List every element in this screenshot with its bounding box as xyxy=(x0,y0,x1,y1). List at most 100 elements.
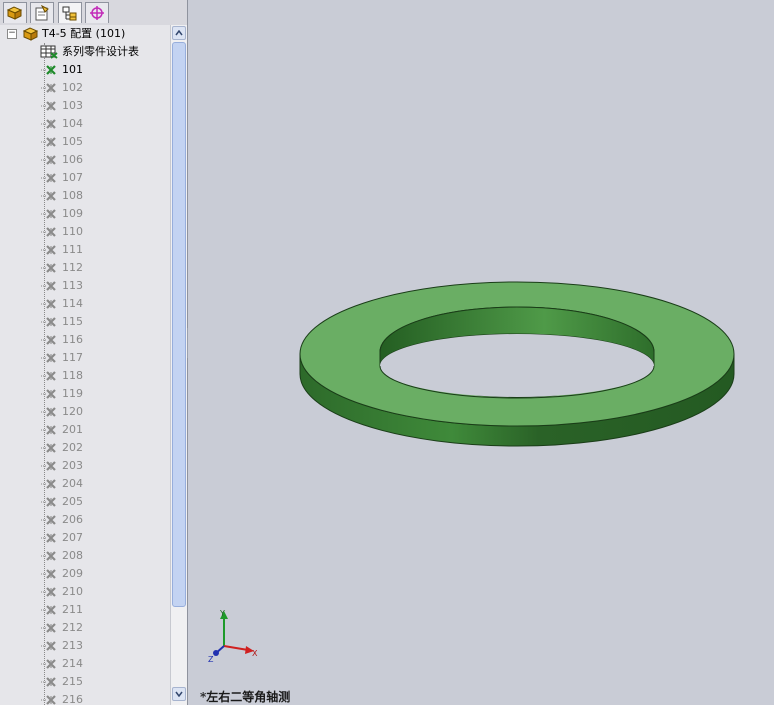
configuration-icon xyxy=(41,389,56,399)
config-label: 102 xyxy=(62,81,83,94)
config-label: 206 xyxy=(62,513,83,526)
configuration-icon xyxy=(41,191,56,201)
configuration-icon xyxy=(41,695,56,705)
config-label: 107 xyxy=(62,171,83,184)
config-label: 205 xyxy=(62,495,83,508)
config-label: 103 xyxy=(62,99,83,112)
config-label: 104 xyxy=(62,117,83,130)
configuration-icon xyxy=(41,83,56,93)
manager-tab-bar xyxy=(0,0,187,26)
config-label: 106 xyxy=(62,153,83,166)
config-label: 207 xyxy=(62,531,83,544)
config-label: 215 xyxy=(62,675,83,688)
config-label: 212 xyxy=(62,621,83,634)
configuration-icon xyxy=(41,461,56,471)
config-label: 202 xyxy=(62,441,83,454)
configuration-icon xyxy=(41,173,56,183)
configuration-icon xyxy=(41,227,56,237)
feature-manager-panel: − T4-5 配置 (101) 系列零件设计表 101 102 103 104 105 1… xyxy=(0,0,188,705)
config-label: 201 xyxy=(62,423,83,436)
configuration-icon xyxy=(41,497,56,507)
configuration-icon xyxy=(41,659,56,669)
view-orientation-label: *左右二等角轴测 xyxy=(200,690,291,704)
configuration-icon xyxy=(41,317,56,327)
configuration-icon xyxy=(41,101,56,111)
configuration-icon xyxy=(41,515,56,525)
config-label: 101 xyxy=(62,63,83,76)
configuration-icon xyxy=(41,119,56,129)
part-icon xyxy=(22,27,39,41)
configuration-manager-icon xyxy=(62,6,77,21)
config-label: 211 xyxy=(62,603,83,616)
config-label: 120 xyxy=(62,405,83,418)
feature-tree-icon xyxy=(6,6,23,20)
design-table-icon xyxy=(40,45,58,59)
tab-property-manager[interactable] xyxy=(30,2,54,23)
configuration-icon xyxy=(41,371,56,381)
configuration-icon xyxy=(41,605,56,615)
config-label: 108 xyxy=(62,189,83,202)
config-label: 209 xyxy=(62,567,83,580)
configuration-icon xyxy=(41,479,56,489)
tab-dimxpert-manager[interactable] xyxy=(85,2,109,23)
chevron-down-icon xyxy=(175,691,183,697)
scroll-up-button[interactable] xyxy=(172,26,186,40)
configuration-icon xyxy=(41,299,56,309)
configuration-icon xyxy=(41,623,56,633)
config-label: 214 xyxy=(62,657,83,670)
config-label: 116 xyxy=(62,333,83,346)
configuration-icon xyxy=(41,587,56,597)
crosshair-target-icon xyxy=(90,6,104,20)
configuration-icon xyxy=(41,443,56,453)
config-label: 105 xyxy=(62,135,83,148)
configuration-icon xyxy=(41,677,56,687)
configuration-icon xyxy=(41,569,56,579)
config-label: 216 xyxy=(62,693,83,705)
graphics-area[interactable]: Y X Z *左右二等角轴测 xyxy=(188,0,774,705)
configuration-icon xyxy=(41,281,56,291)
configuration-icon xyxy=(41,335,56,345)
tree-scrollbar[interactable] xyxy=(170,25,187,705)
property-manager-icon xyxy=(35,5,49,21)
config-label: 110 xyxy=(62,225,83,238)
scroll-down-button[interactable] xyxy=(172,687,186,701)
config-label: 119 xyxy=(62,387,83,400)
config-label: 117 xyxy=(62,351,83,364)
configuration-icon xyxy=(41,641,56,651)
config-label: 203 xyxy=(62,459,83,472)
tab-feature-manager[interactable] xyxy=(3,2,27,23)
configuration-icon xyxy=(41,263,56,273)
config-label: 118 xyxy=(62,369,83,382)
config-label: 115 xyxy=(62,315,83,328)
configuration-icon xyxy=(41,407,56,417)
axis-z-label: Z xyxy=(208,655,214,664)
config-label: 210 xyxy=(62,585,83,598)
config-label: 208 xyxy=(62,549,83,562)
axis-x-label: X xyxy=(252,649,258,658)
config-label: 112 xyxy=(62,261,83,274)
tab-configuration-manager[interactable] xyxy=(58,2,82,23)
configuration-icon xyxy=(41,137,56,147)
config-label: 114 xyxy=(62,297,83,310)
config-label: 204 xyxy=(62,477,83,490)
configuration-icon xyxy=(41,209,56,219)
config-label: 111 xyxy=(62,243,83,256)
design-table-label: 系列零件设计表 xyxy=(62,45,139,58)
configuration-icon xyxy=(41,353,56,363)
configuration-icon xyxy=(41,65,56,75)
configuration-icon xyxy=(41,425,56,435)
axis-triad: Y X Z xyxy=(208,609,258,664)
config-label: 109 xyxy=(62,207,83,220)
config-label: 113 xyxy=(62,279,83,292)
chevron-up-icon xyxy=(175,30,183,36)
tree-root-label: T4-5 配置 (101) xyxy=(42,27,126,40)
axis-y-label: Y xyxy=(219,609,225,618)
collapse-toggle[interactable]: − xyxy=(7,29,17,39)
part-model[interactable] xyxy=(188,0,774,705)
configuration-icon xyxy=(41,245,56,255)
configuration-icon xyxy=(41,155,56,165)
configuration-icon xyxy=(41,551,56,561)
configuration-tree: − T4-5 配置 (101) 系列零件设计表 101 102 103 104 105 1… xyxy=(0,25,170,705)
scroll-thumb[interactable] xyxy=(172,42,186,607)
config-label: 213 xyxy=(62,639,83,652)
